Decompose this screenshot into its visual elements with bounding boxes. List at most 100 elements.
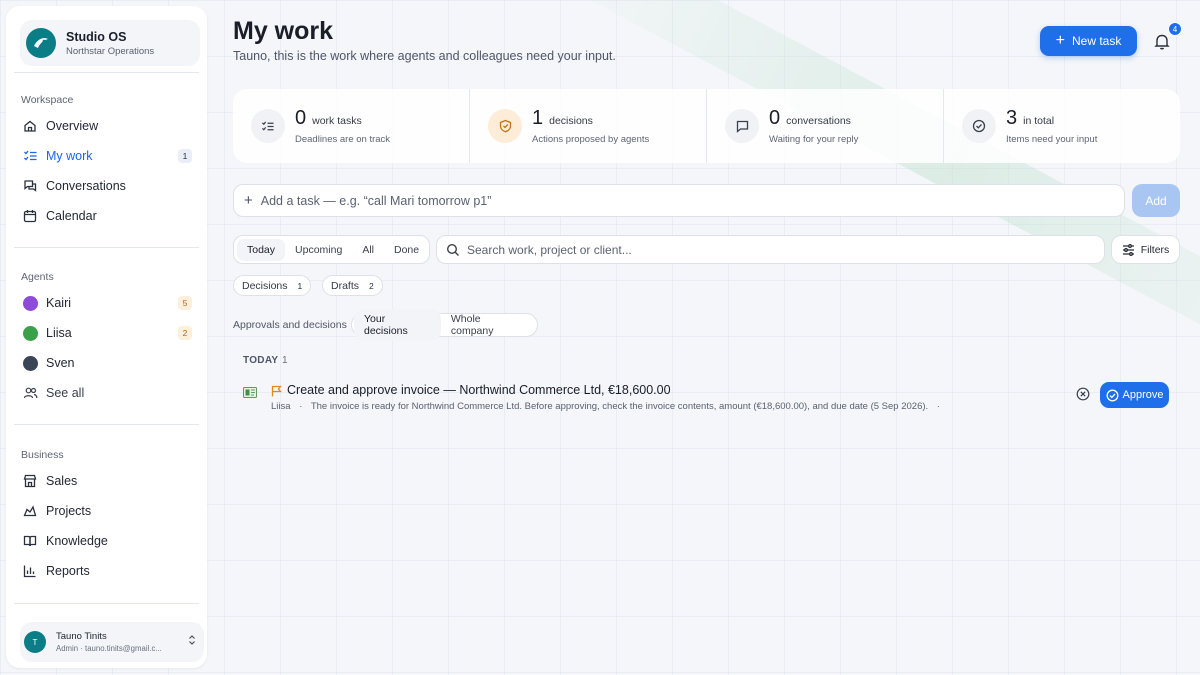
chip-label: Drafts: [331, 279, 360, 292]
filters-label: Filters: [1140, 243, 1170, 256]
add-task-button[interactable]: Add: [1132, 184, 1180, 217]
stat-value: 0: [295, 107, 307, 129]
chat-icon: [22, 178, 38, 194]
sidebar-item-reports[interactable]: Reports: [18, 558, 200, 584]
approve-button[interactable]: Approve: [1100, 382, 1169, 408]
count-badge: 5: [178, 296, 192, 310]
plus-icon: +: [1055, 32, 1065, 49]
stat-work-tasks[interactable]: 0 work tasks Deadlines are on track: [233, 89, 469, 163]
count-badge: 2: [178, 326, 192, 340]
agent-avatar-icon: [22, 355, 38, 371]
sidebar-item-overview[interactable]: Overview: [18, 113, 200, 139]
tab-upcoming[interactable]: Upcoming: [285, 239, 352, 261]
chevron-up-down-icon: [188, 633, 196, 651]
divider: [14, 72, 199, 73]
users-icon: [22, 385, 38, 401]
check-circle-icon: [962, 109, 996, 143]
home-icon: [22, 118, 38, 134]
sidebar: Studio OS Northstar Operations Workspace…: [6, 6, 207, 668]
sidebar-item-my-work[interactable]: My work 1: [18, 143, 200, 169]
sidebar-item-see-all[interactable]: See all: [18, 380, 200, 406]
separator-dot: ·: [299, 401, 303, 412]
search-input[interactable]: Search work, project or client...: [436, 235, 1105, 264]
section-label-business: Business: [21, 449, 64, 461]
chip-count: 1: [297, 280, 303, 291]
check-circle-icon: [1106, 389, 1118, 401]
store-icon: [22, 473, 38, 489]
stat-label: work tasks: [312, 115, 362, 127]
stat-label: in total: [1023, 115, 1055, 127]
sidebar-item-label: Overview: [46, 119, 99, 133]
filters-button[interactable]: Filters: [1111, 235, 1180, 264]
sidebar-item-knowledge[interactable]: Knowledge: [18, 528, 200, 554]
sidebar-item-agent-sven[interactable]: Sven: [18, 350, 200, 376]
chat-icon: [725, 109, 759, 143]
bar-chart-icon: [22, 563, 38, 579]
stats-panel: 0 work tasks Deadlines are on track 1 deci…: [233, 89, 1180, 163]
task-description: The invoice is ready for Northwind Comme…: [310, 401, 929, 412]
sidebar-item-label: Sales: [46, 474, 78, 488]
brand-name: Studio OS: [66, 29, 127, 44]
chip-count: 2: [369, 280, 374, 291]
stat-value: 0: [769, 107, 781, 129]
stat-subtitle: Waiting for your reply: [769, 134, 859, 145]
sidebar-item-projects[interactable]: Projects: [18, 498, 200, 524]
stat-subtitle: Items need your input: [1006, 134, 1098, 145]
time-filter-tabs: Today Upcoming All Done: [233, 235, 430, 264]
tab-today[interactable]: Today: [237, 238, 286, 261]
add-task-input[interactable]: + Add a task — e.g. “call Mari tomorrow …: [233, 184, 1125, 217]
invoice-icon: [243, 385, 257, 398]
approvals-label: Approvals and decisions: [233, 319, 347, 331]
chip-drafts[interactable]: Drafts 2: [322, 275, 383, 296]
sliders-icon: [1122, 243, 1134, 256]
chip-decisions[interactable]: Decisions 1: [233, 275, 312, 296]
task-agent: Liisa: [271, 401, 291, 412]
section-label-agents: Agents: [21, 271, 54, 283]
divider: [14, 424, 199, 425]
sidebar-item-label: Calendar: [46, 209, 97, 223]
group-count: 1: [282, 355, 288, 366]
checklist-icon: [22, 148, 38, 164]
sidebar-item-label: Knowledge: [46, 534, 108, 548]
approve-label: Approve: [1122, 389, 1164, 401]
agent-avatar-icon: [22, 295, 38, 311]
add-task-placeholder: Add a task — e.g. “call Mari tomorrow p1…: [260, 193, 492, 208]
brand-org: Northstar Operations: [66, 45, 155, 57]
stat-subtitle: Actions proposed by agents: [532, 134, 650, 145]
tab-all[interactable]: All: [352, 239, 384, 261]
tab-whole-company[interactable]: Whole company: [441, 309, 535, 341]
divider: [14, 247, 199, 248]
agent-avatar-icon: [22, 325, 38, 341]
workspace-switcher[interactable]: Studio OS Northstar Operations: [20, 20, 200, 66]
tab-your-decisions[interactable]: Your decisions: [354, 309, 441, 341]
search-placeholder: Search work, project or client...: [467, 242, 632, 257]
sidebar-item-label: Conversations: [46, 179, 126, 193]
group-heading: TODAY: [243, 355, 279, 366]
sidebar-item-agent-liisa[interactable]: Liisa 2: [18, 320, 200, 346]
projects-icon: [22, 503, 38, 519]
task-title[interactable]: Create and approve invoice — Northwind C…: [287, 383, 671, 397]
dismiss-button[interactable]: [1076, 387, 1090, 401]
flag-icon: [271, 384, 282, 402]
stat-total[interactable]: 3 in total Items need your input: [943, 89, 1180, 163]
sidebar-item-label: See all: [46, 386, 85, 400]
tab-done[interactable]: Done: [384, 239, 429, 261]
sidebar-item-conversations[interactable]: Conversations: [18, 173, 200, 199]
stat-conversations[interactable]: 0 conversations Waiting for your reply: [706, 89, 943, 163]
stat-value: 1: [532, 107, 544, 129]
checklist-icon: [251, 109, 285, 143]
user-menu[interactable]: T Tauno Tinits Admin · tauno.tinits@gmai…: [20, 622, 204, 662]
sidebar-item-sales[interactable]: Sales: [18, 468, 200, 494]
chip-label: Decisions: [242, 279, 288, 292]
sidebar-item-label: My work: [46, 149, 93, 163]
search-icon: [446, 243, 459, 256]
avatar: T: [24, 631, 46, 653]
sidebar-item-label: Liisa: [46, 326, 72, 340]
task-meta: Liisa · The invoice is ready for Northwi…: [271, 401, 940, 412]
sidebar-item-agent-kairi[interactable]: Kairi 5: [18, 290, 200, 316]
new-task-button[interactable]: + New task: [1040, 26, 1137, 56]
task-row[interactable]: Create and approve invoice — Northwind C…: [240, 378, 1185, 418]
sidebar-item-calendar[interactable]: Calendar: [18, 203, 200, 229]
shield-icon: [488, 109, 522, 143]
stat-decisions[interactable]: 1 decisions Actions proposed by agents: [469, 89, 706, 163]
